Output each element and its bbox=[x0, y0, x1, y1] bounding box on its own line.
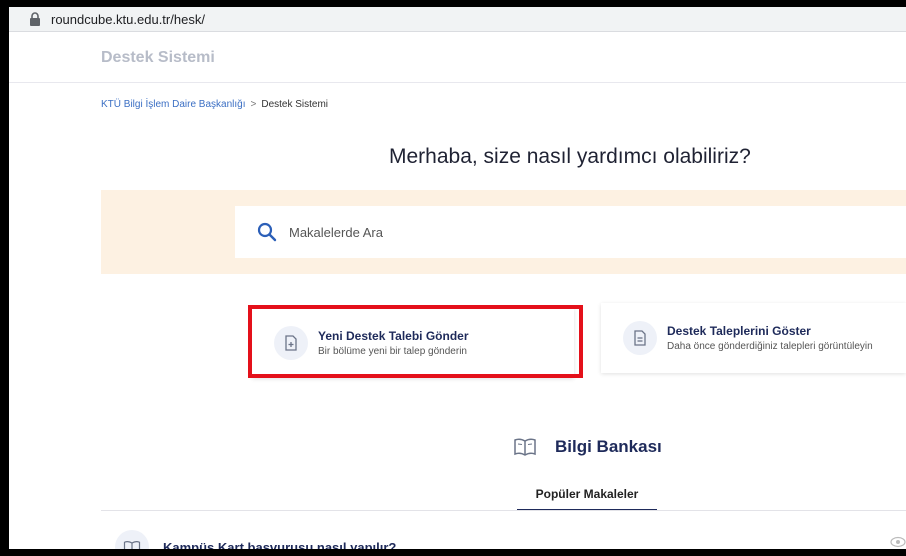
top-navigation: Destek Sistemi bbox=[9, 33, 906, 83]
view-tickets-subtitle: Daha önce gönderdiğiniz talepleri görünt… bbox=[667, 341, 873, 352]
browser-window: roundcube.ktu.edu.tr/hesk/ Destek Sistem… bbox=[9, 7, 906, 549]
new-ticket-title[interactable]: Yeni Destek Talebi Gönder bbox=[318, 329, 469, 343]
view-tickets-card[interactable]: Destek Taleplerini Göster Daha önce gönd… bbox=[601, 303, 906, 373]
lock-icon bbox=[29, 12, 43, 26]
new-ticket-card[interactable]: Yeni Destek Talebi Gönder Bir bölüme yen… bbox=[252, 308, 574, 378]
search-icon[interactable] bbox=[257, 222, 277, 242]
breadcrumb-separator: > bbox=[250, 99, 257, 110]
document-plus-icon bbox=[274, 326, 308, 360]
search-box[interactable] bbox=[235, 206, 906, 258]
knowledge-base-title: Bilgi Bankası bbox=[555, 437, 662, 456]
breadcrumb-parent-link[interactable]: KTÜ Bilgi İşlem Daire Başkanlığı bbox=[101, 99, 246, 110]
eye-icon bbox=[890, 535, 906, 548]
new-ticket-subtitle: Bir bölüme yeni bir talep gönderin bbox=[318, 346, 467, 357]
site-brand[interactable]: Destek Sistemi bbox=[101, 49, 215, 67]
url-text[interactable]: roundcube.ktu.edu.tr/hesk/ bbox=[51, 12, 205, 27]
document-lines-icon bbox=[623, 321, 657, 355]
breadcrumb-current: Destek Sistemi bbox=[261, 99, 329, 110]
address-bar[interactable]: roundcube.ktu.edu.tr/hesk/ bbox=[9, 7, 906, 32]
open-book-icon bbox=[115, 530, 149, 549]
tab-divider bbox=[101, 510, 906, 511]
list-item[interactable]: Kampüs Kart başvurusu nasıl yapılır? bbox=[115, 530, 396, 549]
search-input[interactable] bbox=[289, 224, 789, 240]
article-title[interactable]: Kampüs Kart başvurusu nasıl yapılır? bbox=[163, 540, 396, 550]
knowledge-base-heading: Bilgi Bankası bbox=[513, 437, 662, 457]
view-tickets-title[interactable]: Destek Taleplerini Göster bbox=[667, 324, 873, 338]
search-band bbox=[101, 190, 906, 274]
tab-popular-articles[interactable]: Popüler Makaleler bbox=[517, 487, 657, 511]
breadcrumb: KTÜ Bilgi İşlem Daire Başkanlığı > Deste… bbox=[101, 99, 328, 110]
page-title: Merhaba, size nasıl yardımcı olabiliriz? bbox=[389, 145, 751, 168]
open-book-icon bbox=[513, 437, 537, 457]
